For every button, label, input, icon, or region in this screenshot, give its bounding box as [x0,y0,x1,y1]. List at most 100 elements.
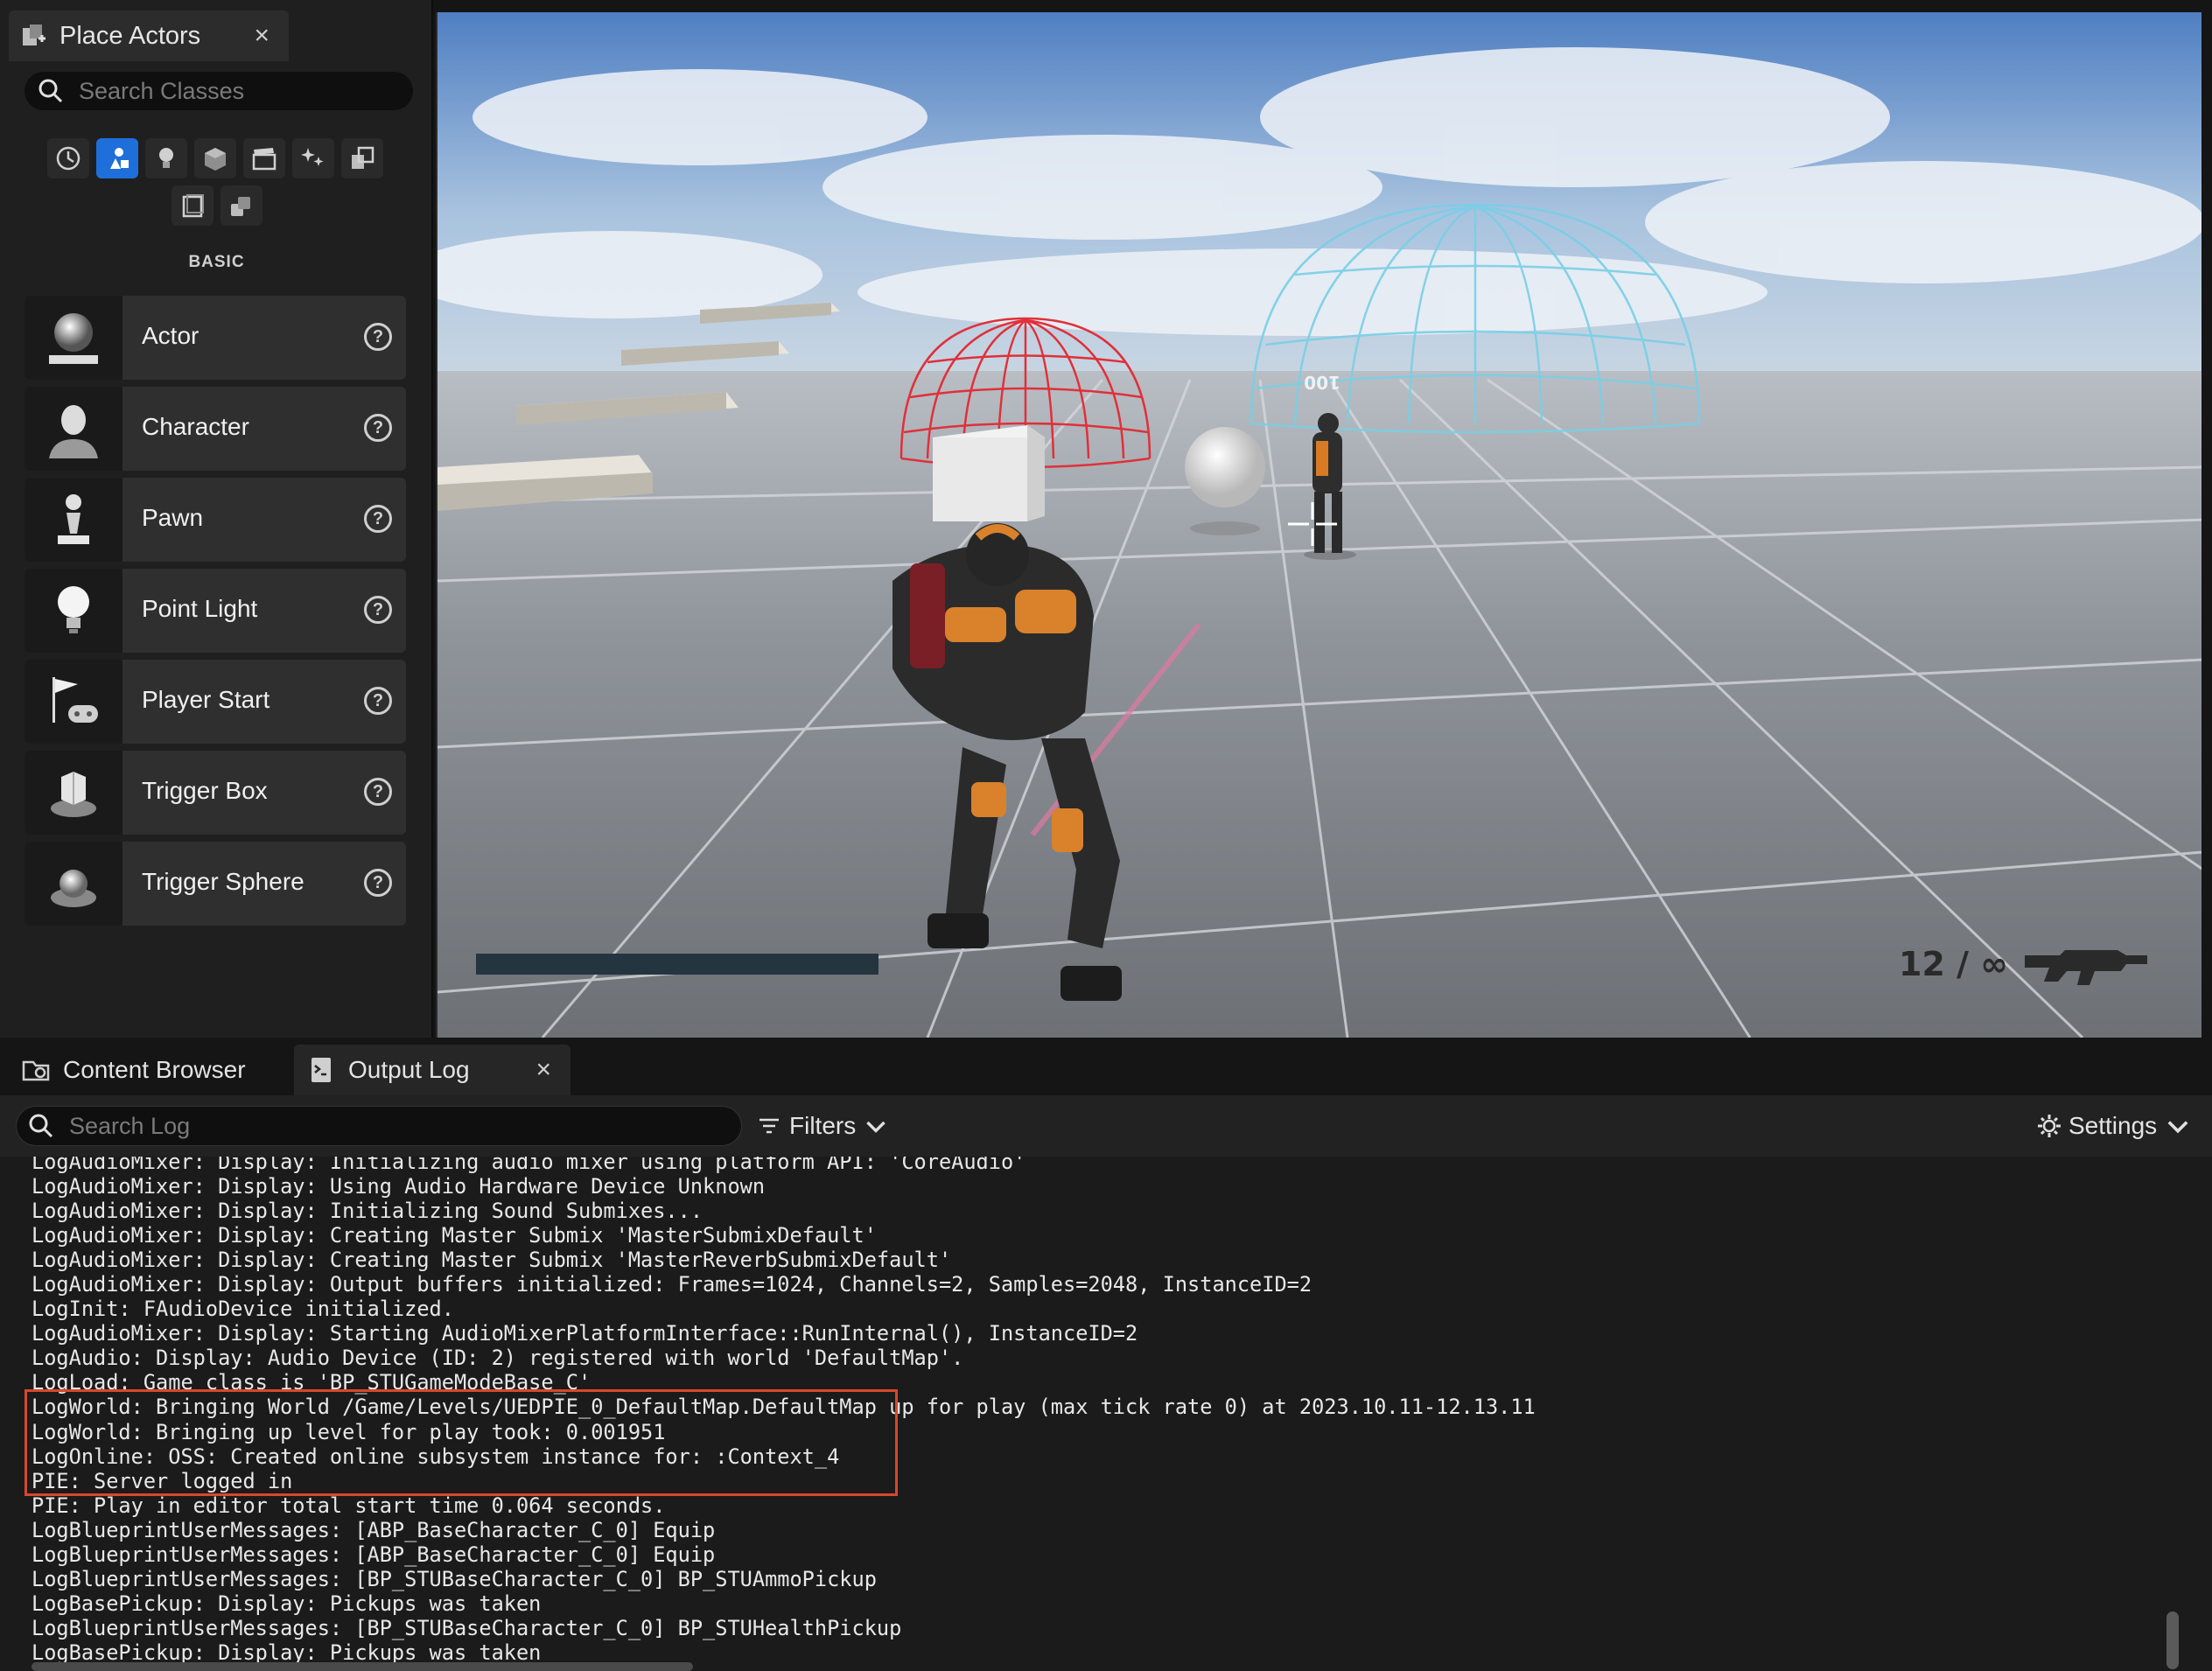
white-cube [933,425,1045,521]
actor-item-trigger-box[interactable]: Trigger Box ? [24,751,406,835]
search-log-field[interactable] [16,1106,742,1146]
close-icon[interactable]: × [536,1055,551,1085]
tab-place-actors[interactable]: Place Actors × [9,10,289,61]
help-icon[interactable]: ? [364,414,392,442]
log-line: LogAudioMixer: Display: Creating Master … [32,1223,877,1248]
actor-item-actor[interactable]: Actor ? [24,296,406,380]
actor-item-label: Player Start [142,686,270,713]
log-line: LogAudio: Display: Audio Device (ID: 2) … [32,1346,964,1371]
help-icon[interactable]: ? [364,778,392,806]
category-geometry-button[interactable] [220,185,262,226]
flag-gamepad-icon [52,677,98,723]
search-log-input[interactable] [69,1112,717,1140]
place-actors-icon [23,24,46,45]
output-log-area[interactable]: LogAudioMixer: Display: Initializing aud… [0,1157,2212,1671]
lightbulb-icon [58,586,89,633]
shapes-icon [231,197,250,216]
actor-item-label: Character [142,413,249,440]
log-line: PIE: Play in editor total start time 0.0… [32,1493,666,1518]
log-line: LogBlueprintUserMessages: [ABP_BaseChara… [32,1542,716,1567]
world-text-label: 100 [1304,372,1340,393]
volumes-icon [352,146,374,169]
section-basic-label: BASIC [188,253,245,271]
actor-item-pawn[interactable]: Pawn ? [24,478,406,562]
category-shapes-button[interactable] [194,138,236,178]
category-volumes-button[interactable] [341,138,383,178]
log-line: LogBlueprintUserMessages: [ABP_BaseChara… [32,1517,716,1542]
help-icon[interactable]: ? [364,323,392,351]
category-cinematic-button[interactable] [243,138,285,178]
settings-dropdown[interactable]: Settings [2035,1108,2197,1144]
category-all-classes-button[interactable] [172,185,214,226]
tab-output-log[interactable]: Output Log × [294,1045,570,1095]
folder-icon [22,1060,50,1081]
chess-pawn-icon [58,494,89,544]
health-bar [476,954,878,975]
actor-item-label: Trigger Sphere [142,868,304,895]
bottom-panel: Content Browser Output Log × Filters [0,1039,2212,1671]
actor-item-label: Point Light [142,595,258,622]
search-classes-field[interactable] [24,72,413,110]
ammo-counter: 12 / ∞ [1899,945,2008,983]
chevron-down-icon [866,1121,886,1133]
help-icon[interactable]: ? [364,596,392,624]
filters-label: Filters [789,1112,857,1139]
sphere-pedestal-icon [49,313,98,364]
all-classes-icon [182,194,204,218]
actor-item-label: Trigger Box [142,777,268,804]
highlight-box [24,1389,898,1496]
tab-content-browser[interactable]: Content Browser [9,1045,289,1095]
actor-item-label: Actor [142,322,200,349]
trigger-sphere-icon [51,870,96,907]
clock-icon [56,146,80,171]
character-bust-icon [49,405,98,458]
gear-icon [2038,1115,2061,1137]
search-icon [29,1114,53,1138]
log-line: LogBasePickup: Display: Pickups was take… [32,1591,542,1616]
log-horizontal-scrollbar[interactable] [32,1662,693,1671]
sparkle-icon [301,148,324,166]
help-icon[interactable]: ? [364,505,392,533]
log-line: LogAudioMixer: Display: Starting AudioMi… [32,1321,1138,1346]
search-icon [38,79,63,103]
close-icon[interactable]: × [254,21,270,51]
output-log-icon [312,1058,331,1082]
search-classes-input[interactable] [79,77,394,105]
lightbulb-icon [159,148,173,168]
filters-dropdown[interactable]: Filters [756,1108,896,1144]
cube-icon [205,148,226,171]
actor-item-label: Pawn [142,504,204,531]
log-line: LogAudioMixer: Display: Initializing Sou… [32,1199,704,1224]
log-vertical-scrollbar[interactable] [2166,1157,2179,1671]
actor-item-player-start[interactable]: Player Start ? [24,660,406,744]
log-line: LogAudioMixer: Display: Initializing aud… [32,1157,1026,1174]
log-line: LogBasePickup: Display: Pickups was take… [32,1640,542,1665]
actor-item-trigger-sphere[interactable]: Trigger Sphere ? [24,842,406,926]
game-scene: 100 [438,12,2202,1038]
category-basic-button[interactable] [96,138,138,178]
log-line: LogAudioMixer: Display: Using Audio Hard… [32,1174,766,1199]
rifle-icon [2025,950,2147,985]
category-lights-button[interactable] [145,138,187,178]
basic-shapes-icon [110,148,129,169]
log-line: LogAudioMixer: Display: Output buffers i… [32,1272,1312,1297]
clapperboard-icon [252,148,276,171]
help-icon[interactable]: ? [364,869,392,897]
log-line: LogBlueprintUserMessages: [BP_STUBaseCha… [32,1615,902,1640]
category-visual-effects-button[interactable] [292,138,334,178]
log-line: LogBlueprintUserMessages: [BP_STUBaseCha… [32,1566,877,1591]
level-viewport[interactable]: 100 12 / ∞ [436,12,2202,1038]
actor-item-point-light[interactable]: Point Light ? [24,569,406,653]
log-line: LogAudioMixer: Display: Creating Master … [32,1248,952,1273]
chevron-down-icon [2167,1121,2188,1134]
help-icon[interactable]: ? [364,687,392,715]
place-actors-panel: Place Actors × BASIC Ac [0,0,433,1038]
actor-item-character[interactable]: Character ? [24,387,406,471]
category-recent-button[interactable] [47,138,89,178]
trigger-box-icon [51,772,96,817]
settings-label: Settings [2068,1112,2158,1139]
filter-icon [760,1118,779,1134]
tab-label: Output Log [348,1056,470,1083]
white-sphere [1185,427,1265,507]
output-log-toolbar: Filters Settings [0,1095,2212,1157]
